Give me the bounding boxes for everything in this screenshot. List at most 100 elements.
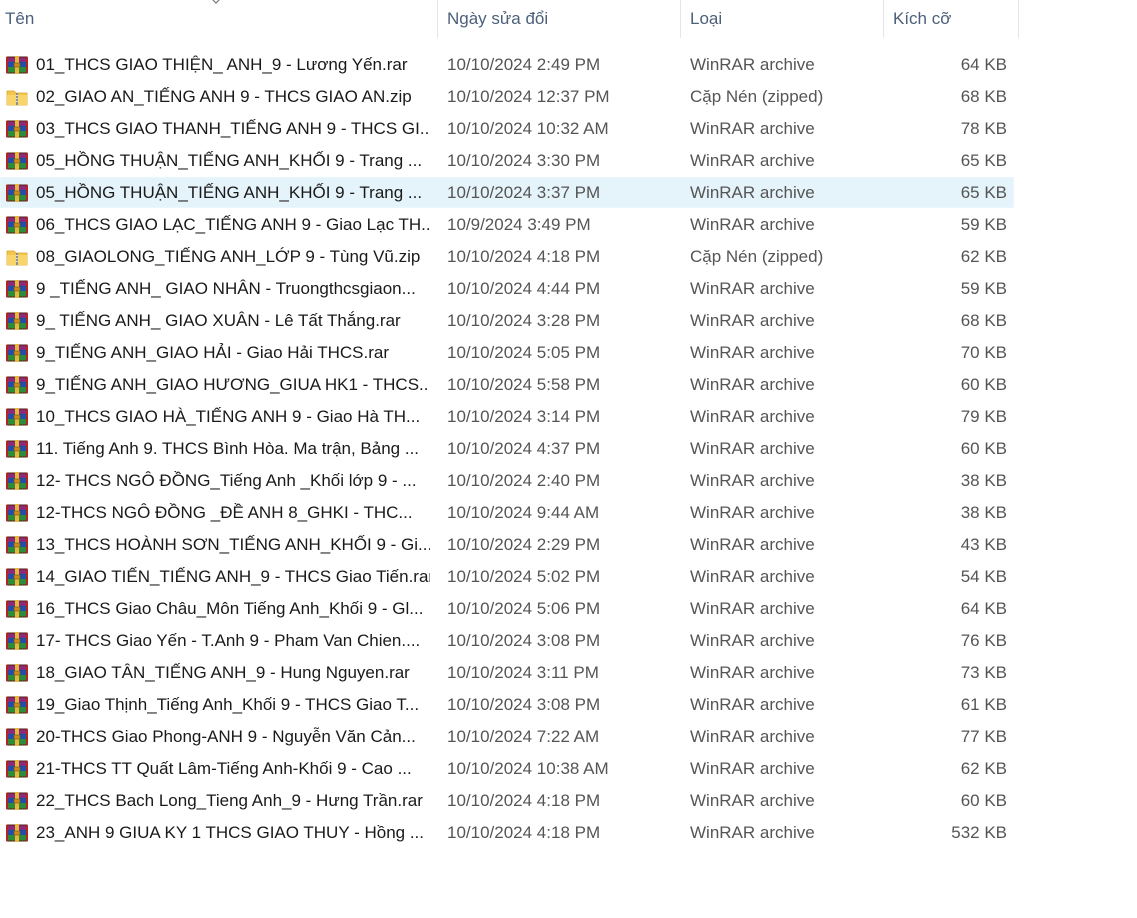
file-size: 73 KB [960, 663, 1007, 682]
file-type: WinRAR archive [690, 791, 815, 810]
file-type: WinRAR archive [690, 407, 815, 426]
file-type: WinRAR archive [690, 279, 815, 298]
file-type: Cặp Nén (zipped) [690, 247, 824, 266]
file-type: WinRAR archive [690, 343, 815, 362]
file-name: 9_TIẾNG ANH_GIAO HẢI - Giao Hải THCS.rar [36, 343, 389, 362]
winrar-archive-icon [6, 184, 28, 202]
winrar-archive-icon [6, 56, 28, 74]
file-row[interactable]: 03_THCS GIAO THANH_TIẾNG ANH 9 - THCS GI… [0, 112, 1019, 144]
file-type: WinRAR archive [690, 55, 815, 74]
file-size: 60 KB [960, 375, 1007, 394]
file-row[interactable]: 01_THCS GIAO THIỆN_ ANH_9 - Lương Yến.ra… [0, 48, 1019, 80]
winrar-archive-icon [6, 312, 28, 330]
file-type: WinRAR archive [690, 183, 815, 202]
column-header-row: Tên Ngày sửa đổi Loại Kích cỡ [0, 0, 1019, 38]
column-header-size[interactable]: Kích cỡ [893, 0, 1013, 38]
file-type: WinRAR archive [690, 503, 815, 522]
winrar-archive-icon [6, 760, 28, 778]
file-name: 16_THCS Giao Châu_Môn Tiếng Anh_Khối 9 -… [36, 599, 424, 618]
file-row[interactable]: 12- THCS NGÔ ĐỒNG_Tiếng Anh _Khối lớp 9 … [0, 464, 1019, 496]
file-name: 20-THCS Giao Phong-ANH 9 - Nguyễn Văn Cả… [36, 727, 416, 746]
file-row[interactable]: 14_GIAO TIẾN_TIẾNG ANH_9 - THCS Giao Tiế… [0, 560, 1019, 592]
file-date-modified: 10/9/2024 3:49 PM [447, 215, 591, 234]
file-name: 9_ TIẾNG ANH_ GIAO XUÂN - Lê Tất Thắng.r… [36, 311, 401, 330]
file-date-modified: 10/10/2024 2:40 PM [447, 471, 601, 490]
file-name: 06_THCS GIAO LẠC_TIẾNG ANH 9 - Giao Lạc … [36, 215, 430, 234]
winrar-archive-icon [6, 568, 28, 586]
winrar-archive-icon [6, 536, 28, 554]
file-type: WinRAR archive [690, 567, 815, 586]
file-row[interactable]: 9_ TIẾNG ANH_ GIAO XUÂN - Lê Tất Thắng.r… [0, 304, 1019, 336]
column-divider[interactable] [437, 0, 438, 38]
file-row[interactable]: 10_THCS GIAO HÀ_TIẾNG ANH 9 - Giao Hà TH… [0, 400, 1019, 432]
file-name: 19_Giao Thịnh_Tiếng Anh_Khối 9 - THCS Gi… [36, 695, 420, 714]
column-divider[interactable] [883, 0, 884, 38]
file-row[interactable]: 9_TIẾNG ANH_GIAO HẢI - Giao Hải THCS.rar… [0, 336, 1019, 368]
file-size: 65 KB [960, 151, 1007, 170]
file-date-modified: 10/10/2024 2:29 PM [447, 535, 601, 554]
file-name: 9_TIẾNG ANH_GIAO HƯƠNG_GIUA HK1 - THCS..… [36, 375, 430, 394]
file-name: 02_GIAO AN_TIẾNG ANH 9 - THCS GIAO AN.zi… [36, 87, 412, 106]
file-size: 65 KB [960, 183, 1007, 202]
winrar-archive-icon [6, 280, 28, 298]
column-header-date[interactable]: Ngày sửa đổi [447, 0, 677, 38]
file-name: 12-THCS NGÔ ĐỒNG _ĐỀ ANH 8_GHKI - THC... [36, 503, 413, 522]
file-date-modified: 10/10/2024 12:37 PM [447, 87, 610, 106]
file-date-modified: 10/10/2024 3:08 PM [447, 631, 601, 650]
file-name: 03_THCS GIAO THANH_TIẾNG ANH 9 - THCS GI… [36, 119, 430, 138]
file-row[interactable]: 9_TIẾNG ANH_GIAO HƯƠNG_GIUA HK1 - THCS..… [0, 368, 1019, 400]
winrar-archive-icon [6, 792, 28, 810]
file-row[interactable]: 06_THCS GIAO LẠC_TIẾNG ANH 9 - Giao Lạc … [0, 208, 1019, 240]
winrar-archive-icon [6, 632, 28, 650]
file-name: 11. Tiếng Anh 9. THCS Bình Hòa. Ma trận,… [36, 439, 420, 458]
file-name: 10_THCS GIAO HÀ_TIẾNG ANH 9 - Giao Hà TH… [36, 407, 421, 426]
winrar-archive-icon [6, 120, 28, 138]
file-size: 76 KB [960, 631, 1007, 650]
column-divider[interactable] [680, 0, 681, 38]
file-type: WinRAR archive [690, 439, 815, 458]
file-type: WinRAR archive [690, 535, 815, 554]
file-type: WinRAR archive [690, 151, 815, 170]
winrar-archive-icon [6, 504, 28, 522]
file-size: 62 KB [960, 247, 1007, 266]
file-row[interactable]: 16_THCS Giao Châu_Môn Tiếng Anh_Khối 9 -… [0, 592, 1019, 624]
file-row[interactable]: 17- THCS Giao Yến - T.Anh 9 - Pham Van C… [0, 624, 1019, 656]
file-row[interactable]: 23_ANH 9 GIUA KY 1 THCS GIAO THUY - Hồng… [0, 816, 1019, 848]
file-type: WinRAR archive [690, 375, 815, 394]
winrar-archive-icon [6, 344, 28, 362]
sort-chevron-icon [212, 0, 220, 4]
file-date-modified: 10/10/2024 7:22 AM [447, 727, 600, 746]
file-size: 60 KB [960, 791, 1007, 810]
winrar-archive-icon [6, 824, 28, 842]
file-date-modified: 10/10/2024 10:32 AM [447, 119, 609, 138]
file-row[interactable]: 02_GIAO AN_TIẾNG ANH 9 - THCS GIAO AN.zi… [0, 80, 1019, 112]
file-date-modified: 10/10/2024 3:11 PM [447, 663, 599, 682]
file-date-modified: 10/10/2024 3:37 PM [447, 183, 601, 202]
file-row[interactable]: 21-THCS TT Quất Lâm-Tiếng Anh-Khối 9 - C… [0, 752, 1019, 784]
file-size: 77 KB [960, 727, 1007, 746]
file-row[interactable]: 08_GIAOLONG_TIẾNG ANH_LỚP 9 - Tùng Vũ.zi… [0, 240, 1019, 272]
file-name: 9 _TIẾNG ANH_ GIAO NHÂN - Truongthcsgiao… [36, 279, 416, 298]
winrar-archive-icon [6, 728, 28, 746]
file-size: 54 KB [960, 567, 1007, 586]
column-header-type[interactable]: Loại [690, 0, 880, 38]
file-type: WinRAR archive [690, 663, 815, 682]
file-name: 12- THCS NGÔ ĐỒNG_Tiếng Anh _Khối lớp 9 … [36, 471, 417, 490]
file-row[interactable]: 9 _TIẾNG ANH_ GIAO NHÂN - Truongthcsgiao… [0, 272, 1019, 304]
file-row[interactable]: 20-THCS Giao Phong-ANH 9 - Nguyễn Văn Cả… [0, 720, 1019, 752]
file-row[interactable]: 05_HỒNG THUẬN_TIẾNG ANH_KHỐI 9 - Trang .… [0, 176, 1019, 208]
file-row[interactable]: 05_HỒNG THUẬN_TIẾNG ANH_KHỐI 9 - Trang .… [0, 144, 1019, 176]
file-row[interactable]: 12-THCS NGÔ ĐỒNG _ĐỀ ANH 8_GHKI - THC...… [0, 496, 1019, 528]
file-list: 01_THCS GIAO THIỆN_ ANH_9 - Lương Yến.ra… [0, 48, 1019, 848]
file-row[interactable]: 22_THCS Bach Long_Tieng Anh_9 - Hưng Trầ… [0, 784, 1019, 816]
file-row[interactable]: 18_GIAO TÂN_TIẾNG ANH_9 - Hung Nguyen.ra… [0, 656, 1019, 688]
winrar-archive-icon [6, 664, 28, 682]
file-name: 18_GIAO TÂN_TIẾNG ANH_9 - Hung Nguyen.ra… [36, 663, 410, 682]
winrar-archive-icon [6, 472, 28, 490]
file-row[interactable]: 19_Giao Thịnh_Tiếng Anh_Khối 9 - THCS Gi… [0, 688, 1019, 720]
file-date-modified: 10/10/2024 4:18 PM [447, 791, 601, 810]
file-type: WinRAR archive [690, 823, 815, 842]
file-row[interactable]: 11. Tiếng Anh 9. THCS Bình Hòa. Ma trận,… [0, 432, 1019, 464]
file-row[interactable]: 13_THCS HOÀNH SƠN_TIẾNG ANH_KHỐI 9 - Gi.… [0, 528, 1019, 560]
column-divider[interactable] [1018, 0, 1019, 38]
